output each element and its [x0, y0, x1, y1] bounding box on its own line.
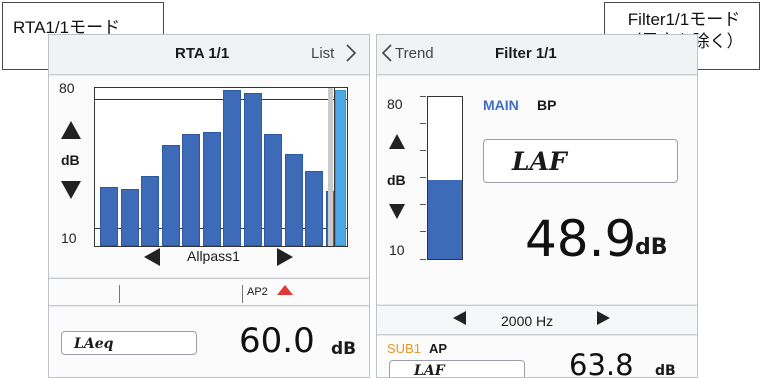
rta-band-bar — [264, 134, 282, 246]
filter-label: Allpass1 — [187, 248, 240, 264]
y-axis-bottom: 10 — [389, 242, 405, 258]
rta-band-bar — [305, 170, 323, 246]
measure-type-box[interactable]: LAeq — [61, 331, 197, 355]
rta-band-bar — [202, 132, 221, 246]
rta-band-bar — [284, 154, 303, 246]
level-down-icon[interactable] — [61, 181, 81, 199]
caption-text: Filter1/1モード — [627, 10, 741, 29]
rta-band-bar — [182, 134, 200, 246]
marker-up-icon[interactable] — [277, 285, 293, 295]
list-label: List — [311, 45, 335, 62]
measure-type-label: LAF — [512, 147, 567, 176]
overall-bar-track — [328, 88, 333, 246]
rta-plot — [94, 87, 348, 247]
sub-measure-type-box[interactable]: LAF — [389, 360, 525, 378]
rta-band-bar — [161, 145, 180, 246]
list-button[interactable]: List — [311, 44, 357, 62]
screen-title: RTA 1/1 — [175, 45, 230, 62]
measured-value: 48.9 — [525, 210, 637, 268]
rta-value-area: LAeq 60.0 dB — [49, 307, 369, 377]
rta-band-bar — [100, 187, 118, 246]
main-label: MAIN — [483, 97, 519, 113]
freq-next-icon[interactable] — [597, 311, 610, 325]
meter-ticks — [420, 96, 426, 260]
sub-measured-value: 63.8 — [569, 348, 634, 378]
rta-panel: RTA 1/1 List 80 dB 10 Allpass1 AP2 LAeq … — [48, 34, 370, 378]
measure-type-label: LAeq — [74, 336, 114, 352]
frequency-row: 2000 Hz — [377, 305, 697, 335]
chevron-left-icon — [381, 44, 392, 62]
level-up-icon[interactable] — [389, 134, 405, 149]
filter-panel: Trend Filter 1/1 80 dB 10 MAIN BP LAF 48… — [376, 34, 698, 378]
filter-next-icon[interactable] — [277, 248, 293, 266]
y-unit-label: dB — [61, 152, 80, 168]
rta-header: RTA 1/1 List — [49, 35, 369, 75]
screen-title: Filter 1/1 — [495, 45, 557, 62]
marker-tick-right — [242, 285, 243, 303]
measured-value: 60.0 — [239, 321, 315, 361]
marker-strip: AP2 — [49, 278, 369, 306]
level-up-icon[interactable] — [61, 121, 81, 139]
frequency-label: 2000 Hz — [501, 313, 554, 329]
level-down-icon[interactable] — [389, 204, 405, 219]
rta-band-bar — [243, 93, 262, 246]
y-axis-top: 80 — [387, 96, 403, 112]
level-meter-fill — [428, 179, 462, 259]
plot-ref-line-top — [95, 99, 347, 100]
sub-mode-label: AP — [429, 341, 448, 356]
sub-label: SUB1 — [387, 341, 421, 356]
level-meter — [427, 96, 463, 260]
trend-button[interactable]: Trend — [381, 44, 434, 62]
sub-area: SUB1 AP LAF 63.8 dB — [377, 336, 697, 378]
sub-measured-unit: dB — [655, 363, 676, 378]
y-axis-top: 80 — [59, 80, 75, 96]
measured-unit: dB — [635, 235, 668, 260]
y-unit-label: dB — [387, 172, 406, 188]
marker-label: AP2 — [247, 286, 268, 298]
measure-type-box[interactable]: LAF — [483, 139, 678, 183]
main-mode-label: BP — [537, 97, 557, 113]
y-axis-bottom: 10 — [61, 230, 77, 246]
rta-band-bar — [223, 89, 241, 246]
filter-header: Trend Filter 1/1 — [377, 35, 697, 75]
overall-bar — [335, 89, 346, 246]
freq-prev-icon[interactable] — [453, 311, 466, 325]
rta-band-bar — [141, 176, 159, 246]
measured-unit: dB — [331, 339, 357, 359]
filter-level-area: 80 dB 10 MAIN BP LAF 48.9 dB — [377, 76, 697, 304]
filter-prev-icon[interactable] — [144, 248, 160, 266]
trend-label: Trend — [395, 45, 434, 62]
sub-measure-type-label: LAF — [414, 363, 445, 378]
chevron-right-icon — [346, 44, 357, 62]
rta-chart-area: 80 dB 10 Allpass1 — [49, 76, 369, 277]
marker-tick-left — [119, 285, 120, 303]
rta-band-bar — [120, 189, 139, 246]
